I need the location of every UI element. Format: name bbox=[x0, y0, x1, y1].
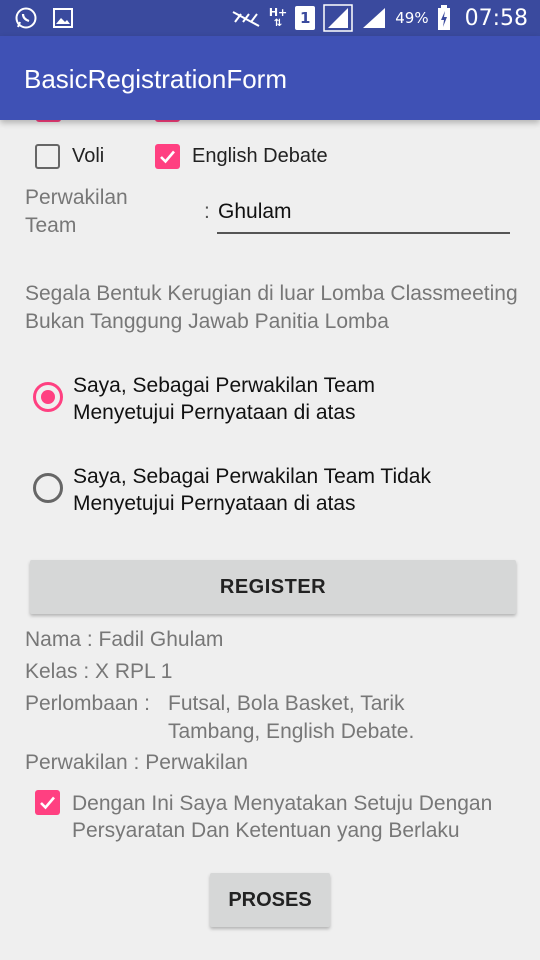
disclaimer-text: Segala Bentuk Kerugian di luar Lomba Cla… bbox=[25, 280, 540, 336]
network-type-label: H+ bbox=[268, 6, 288, 19]
result-nama: Nama : Fadil Ghulam bbox=[25, 628, 224, 651]
radio-label-line-1: Saya, Sebagai Perwakilan Team bbox=[73, 374, 375, 397]
radio-disagree[interactable]: Saya, Sebagai Perwakilan Team Tidak Meny… bbox=[33, 463, 431, 517]
gallery-icon bbox=[52, 6, 74, 30]
checkbox-voli[interactable]: Voli bbox=[35, 144, 104, 169]
app-bar: BasicRegistrationForm bbox=[0, 36, 540, 120]
checkbox-label: Voli bbox=[72, 145, 105, 167]
status-bar: H+ ⇅ 1 49% 07:58 bbox=[0, 0, 540, 36]
agreement-label: Dengan Ini Saya Menyatakan Setuju Dengan… bbox=[72, 792, 493, 842]
representative-colon: : bbox=[204, 200, 210, 223]
checkbox-checked-icon bbox=[35, 790, 60, 815]
result-perwakilan: Perwakilan : Perwakilan bbox=[25, 751, 248, 774]
checkbox-checked-icon bbox=[155, 144, 180, 169]
representative-label: Perwakilan Team bbox=[25, 186, 128, 237]
checkbox-partial-1 bbox=[36, 120, 61, 122]
app-title: BasicRegistrationForm bbox=[24, 64, 287, 94]
radio-label-line-1: Saya, Sebagai Perwakilan Team Tidak bbox=[73, 465, 431, 488]
signal-icon bbox=[323, 4, 353, 32]
checkbox-partial-2 bbox=[155, 120, 180, 122]
radio-label-line-2: Menyetujui Pernyataan di atas bbox=[73, 401, 356, 424]
disclaimer-line-2: Bukan Tanggung Jawab Panitia Lomba bbox=[25, 310, 389, 333]
clock: 07:58 bbox=[464, 5, 528, 31]
proses-button[interactable]: PROSES bbox=[210, 873, 330, 927]
signal-icon-2 bbox=[361, 6, 387, 30]
checkbox-english-debate[interactable]: English Debate bbox=[155, 144, 328, 169]
battery-percent: 49% bbox=[395, 9, 429, 27]
register-button[interactable]: REGISTER bbox=[30, 560, 516, 614]
battery-charging-icon bbox=[437, 5, 451, 31]
sim-slot-label: 1 bbox=[300, 9, 311, 27]
radio-unselected-icon bbox=[33, 473, 63, 503]
disclaimer-line-1: Segala Bentuk Kerugian di luar Lomba Cla… bbox=[25, 282, 518, 305]
result-perlombaan-value: Futsal, Bola Basket, Tarik Tambang, Engl… bbox=[168, 692, 415, 743]
agreement-checkbox[interactable]: Dengan Ini Saya Menyatakan Setuju Dengan… bbox=[35, 790, 512, 862]
representative-input[interactable] bbox=[217, 198, 510, 234]
mute-icon bbox=[231, 8, 261, 28]
radio-selected-icon bbox=[33, 382, 63, 412]
checkbox-unchecked-icon bbox=[35, 144, 60, 169]
checkbox-label: English Debate bbox=[192, 145, 328, 167]
radio-label: Saya, Sebagai Perwakilan Team Menyetujui… bbox=[73, 372, 375, 426]
radio-label: Saya, Sebagai Perwakilan Team Tidak Meny… bbox=[73, 463, 431, 517]
radio-label-line-2: Menyetujui Pernyataan di atas bbox=[73, 492, 356, 515]
form-content[interactable]: Voli English Debate Perwakilan Team : Se… bbox=[0, 120, 540, 960]
result-perlombaan-label: Perlombaan : bbox=[25, 692, 150, 715]
radio-agree[interactable]: Saya, Sebagai Perwakilan Team Menyetujui… bbox=[33, 372, 375, 426]
network-hplus-icon: H+ ⇅ bbox=[268, 6, 288, 29]
whatsapp-icon bbox=[14, 6, 38, 30]
sim-1-icon: 1 bbox=[295, 6, 316, 30]
result-kelas: Kelas : X RPL 1 bbox=[25, 660, 173, 683]
